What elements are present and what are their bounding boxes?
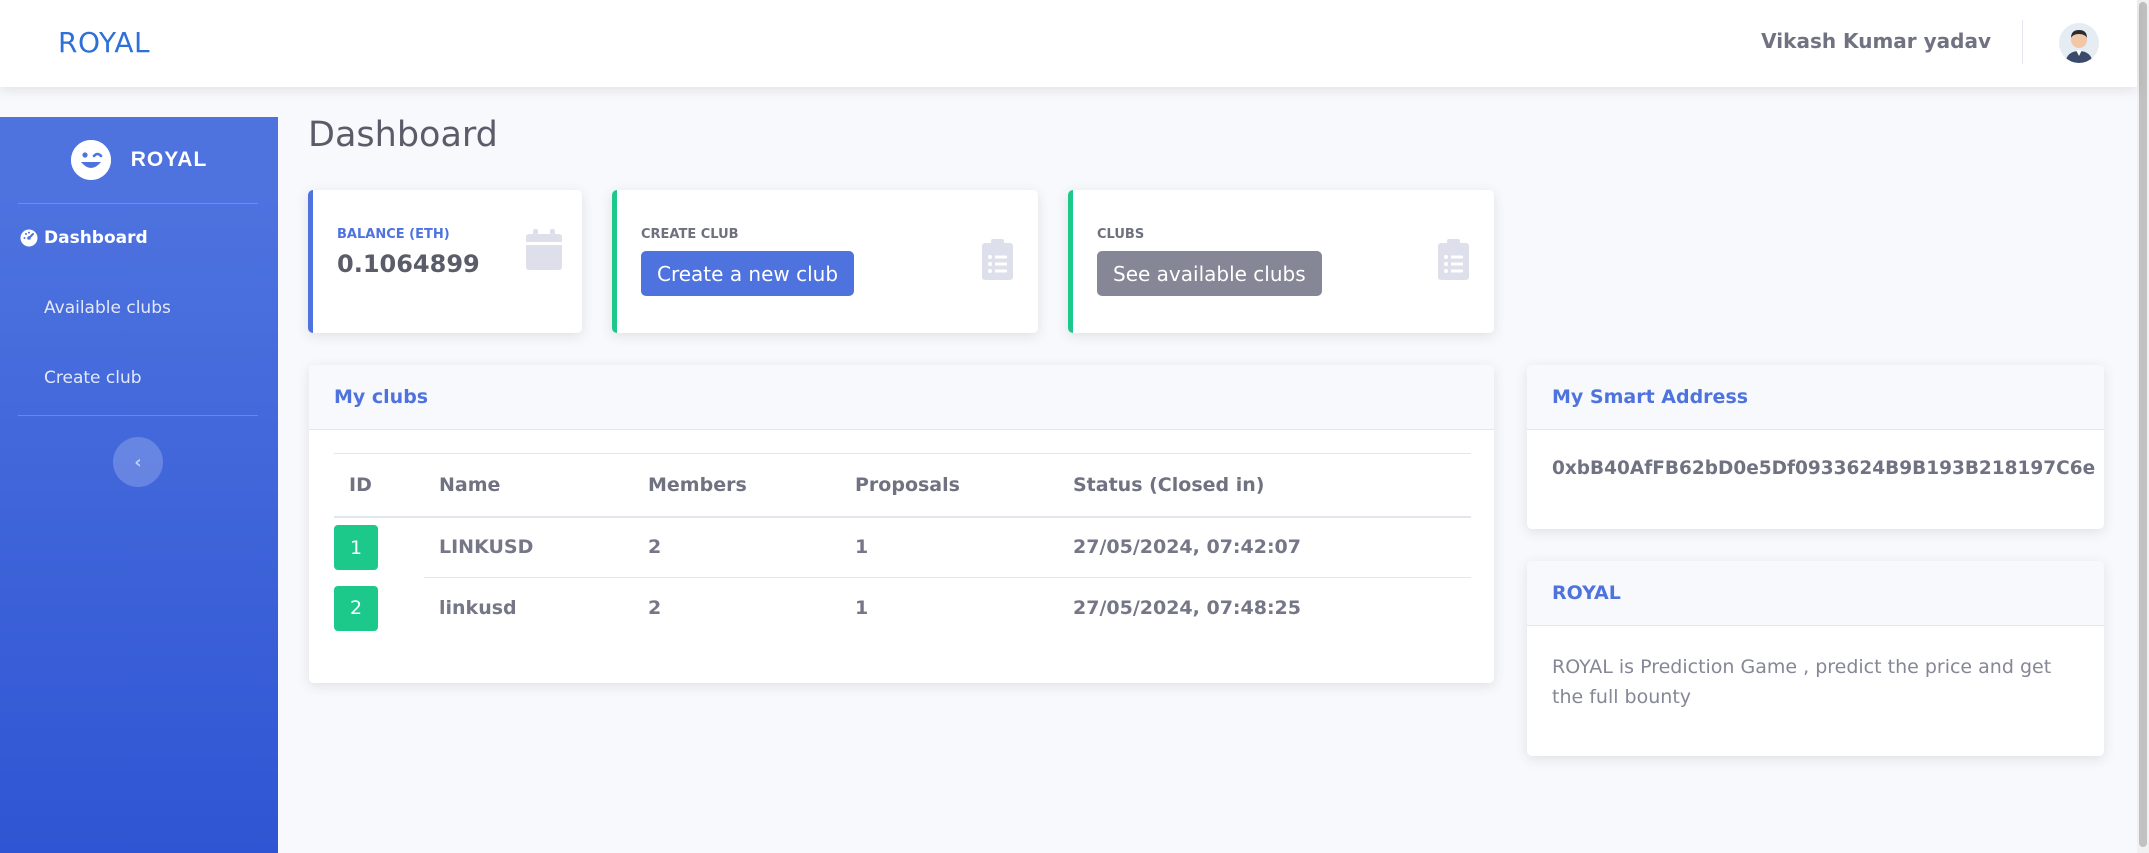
balance-label: BALANCE (ETH): [337, 227, 450, 242]
clubs-card: CLUBS See available clubs: [1068, 190, 1494, 333]
table-header-row: ID Name Members Proposals Status (Closed…: [334, 453, 1471, 518]
create-club-label: CREATE CLUB: [641, 227, 739, 242]
laugh-wink-icon: [70, 140, 111, 180]
table-row[interactable]: 2 linkusd 2 1 27/05/2024, 07:48:25: [334, 578, 1471, 639]
id-cell: 2: [334, 578, 424, 639]
calendar-icon: [526, 229, 562, 270]
sidebar-item-label: Dashboard: [44, 228, 148, 248]
my-clubs-panel: My clubs ID Name Members Proposals Statu…: [309, 365, 1494, 683]
topbar-divider: [2022, 20, 2023, 64]
user-name[interactable]: Vikash Kumar yadav: [1761, 29, 1991, 53]
members-cell: 2: [633, 516, 840, 578]
avatar-icon: [2059, 23, 2099, 63]
see-available-clubs-button[interactable]: See available clubs: [1097, 251, 1322, 296]
proposals-cell: 1: [840, 516, 1058, 578]
create-club-card: CREATE CLUB Create a new club: [612, 190, 1038, 333]
clipboard-list-icon: [1438, 239, 1469, 280]
members-cell: 2: [648, 597, 662, 620]
proposals-cell: 1: [855, 597, 869, 620]
sidebar-item-available-clubs[interactable]: Available clubs: [20, 298, 171, 318]
sidebar: ROYAL Dashboard Available clubs Create c…: [0, 117, 278, 853]
about-panel: ROYAL ROYAL is Prediction Game , predict…: [1527, 561, 2104, 756]
my-clubs-title: My clubs: [309, 365, 1494, 430]
id-cell: 1: [334, 517, 424, 578]
sidebar-brand-text: ROYAL: [130, 148, 208, 171]
status-cell: 27/05/2024, 07:42:07: [1058, 516, 1471, 578]
sidebar-item-label: Available clubs: [44, 298, 171, 318]
smart-address-value: 0xbB40AfFB62bD0e5Df0933624B9B193B218197C…: [1552, 458, 2096, 479]
sidebar-item-dashboard[interactable]: Dashboard: [20, 228, 148, 248]
smart-address-title: My Smart Address: [1527, 365, 2104, 430]
tachometer-icon: [20, 229, 38, 247]
about-text: ROYAL is Prediction Game , predict the p…: [1552, 656, 2052, 708]
table-row[interactable]: 1 LINKUSD 2 1 27/05/2024, 07:42:07: [334, 516, 1471, 578]
topbar-brand[interactable]: ROYAL: [58, 26, 150, 59]
sidebar-item-create-club[interactable]: Create club: [20, 368, 142, 388]
topbar: ROYAL Vikash Kumar yadav: [0, 0, 2137, 87]
sidebar-divider: [18, 203, 258, 204]
column-header-members: Members: [633, 453, 840, 518]
balance-card: BALANCE (ETH) 0.1064899: [308, 190, 582, 333]
sidebar-brand[interactable]: ROYAL: [0, 135, 278, 185]
id-badge[interactable]: 1: [334, 525, 378, 570]
column-header-status: Status (Closed in): [1058, 453, 1471, 518]
clubs-table: ID Name Members Proposals Status (Closed…: [334, 453, 1471, 639]
column-header-id: ID: [334, 453, 424, 518]
create-new-club-button[interactable]: Create a new club: [641, 251, 855, 296]
user-avatar[interactable]: [2059, 23, 2099, 63]
id-badge[interactable]: 2: [334, 585, 378, 631]
sidebar-toggle-button[interactable]: ‹: [113, 437, 163, 487]
name-cell: linkusd: [439, 597, 517, 620]
smart-address-panel: My Smart Address 0xbB40AfFB62bD0e5Df0933…: [1527, 365, 2104, 529]
chevron-left-icon: ‹: [134, 451, 142, 473]
balance-value: 0.1064899: [337, 250, 480, 278]
column-header-name: Name: [424, 453, 633, 518]
clipboard-list-icon: [982, 239, 1013, 280]
column-header-proposals: Proposals: [840, 453, 1058, 518]
sidebar-item-label: Create club: [44, 368, 142, 388]
page-title: Dashboard: [308, 115, 498, 155]
about-title: ROYAL: [1527, 561, 2104, 626]
sidebar-divider: [18, 415, 258, 416]
status-cell: 27/05/2024, 07:48:25: [1073, 597, 1301, 620]
page-scrollbar-thumb[interactable]: [2139, 2, 2147, 847]
clubs-label: CLUBS: [1097, 227, 1145, 242]
name-cell: LINKUSD: [424, 516, 633, 578]
